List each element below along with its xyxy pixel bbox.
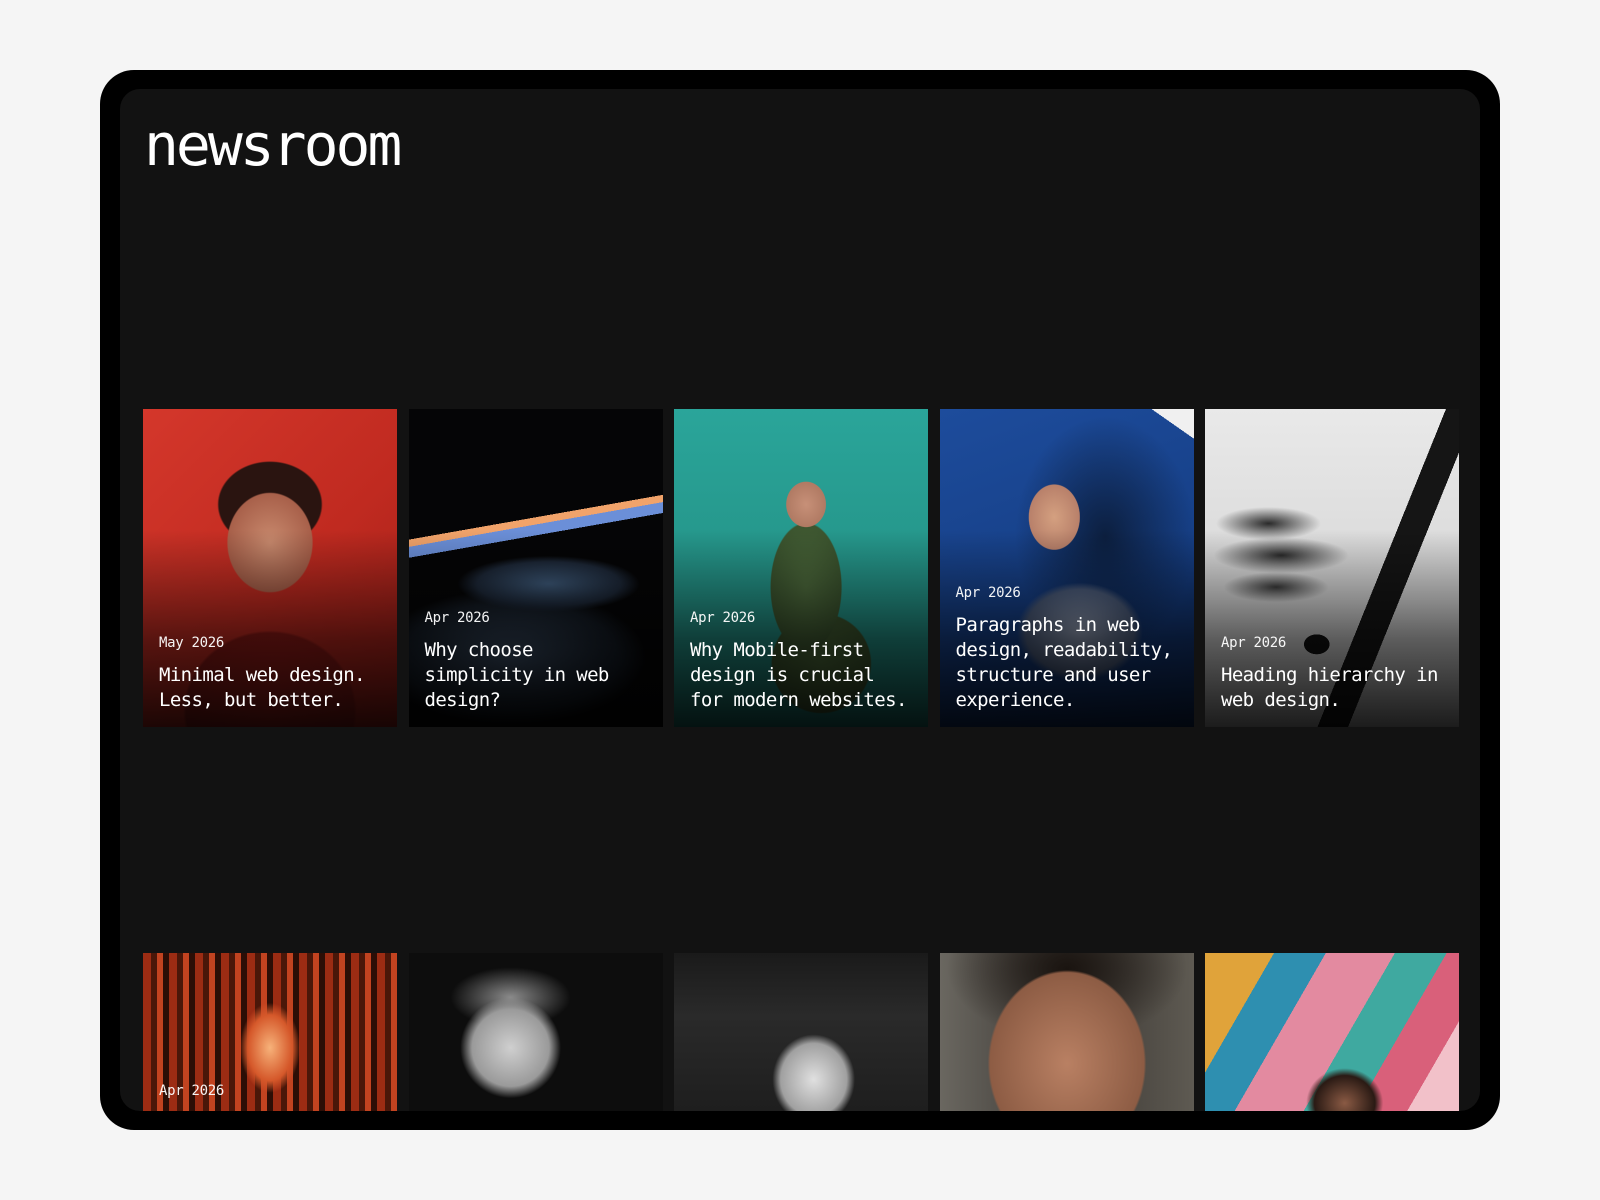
article-card[interactable] <box>408 953 663 1111</box>
article-text: Apr 2026 <box>159 1083 383 1099</box>
article-date: Apr 2026 <box>955 585 1021 601</box>
article-title[interactable]: Paragraphs in web design, readability, s… <box>956 613 1180 713</box>
article-card[interactable]: Apr 2026 Heading hierarchy in web design… <box>1205 409 1459 727</box>
article-card[interactable]: Apr 2026 Why Mobile-first design is cruc… <box>674 409 928 727</box>
article-date: Apr 2026 <box>159 1083 225 1099</box>
article-card[interactable]: Apr 2026 <box>143 953 397 1111</box>
article-text: Apr 2026 Heading hierarchy in web design… <box>1221 635 1445 713</box>
article-text: Apr 2026 Why choose simplicity in web de… <box>425 610 649 713</box>
article-date: Apr 2026 <box>424 610 490 626</box>
article-date: Apr 2026 <box>1221 635 1287 651</box>
screen: newsroom May 2026 Minimal web design. Le… <box>120 89 1480 1111</box>
article-text: Apr 2026 Why Mobile-first design is cruc… <box>690 610 914 713</box>
article-title[interactable]: Why choose simplicity in web design? <box>425 638 649 713</box>
article-card[interactable]: May 2026 Minimal web design. Less, but b… <box>143 409 397 727</box>
tablet-frame: newsroom May 2026 Minimal web design. Le… <box>100 70 1500 1130</box>
article-card[interactable] <box>674 953 928 1111</box>
article-image <box>408 953 663 1111</box>
article-text: May 2026 Minimal web design. Less, but b… <box>159 635 383 713</box>
article-image <box>939 953 1194 1111</box>
article-grid-row-2: Apr 2026 <box>143 953 1459 1111</box>
article-image <box>674 953 928 1111</box>
article-date: May 2026 <box>159 635 225 651</box>
article-card[interactable] <box>939 953 1194 1111</box>
site-title[interactable]: newsroom <box>144 116 402 174</box>
article-title[interactable]: Why Mobile-first design is crucial for m… <box>690 638 914 713</box>
article-card[interactable]: Apr 2026 Why choose simplicity in web de… <box>408 409 663 727</box>
article-image <box>1205 953 1459 1111</box>
article-title[interactable]: Minimal web design. Less, but better. <box>159 663 383 713</box>
article-date: Apr 2026 <box>690 610 756 626</box>
article-text: Apr 2026 Paragraphs in web design, reada… <box>956 585 1180 713</box>
article-title[interactable]: Heading hierarchy in web design. <box>1221 663 1445 713</box>
article-card[interactable] <box>1205 953 1459 1111</box>
article-grid-row-1: May 2026 Minimal web design. Less, but b… <box>143 409 1459 727</box>
article-card[interactable]: Apr 2026 Paragraphs in web design, reada… <box>939 409 1194 727</box>
